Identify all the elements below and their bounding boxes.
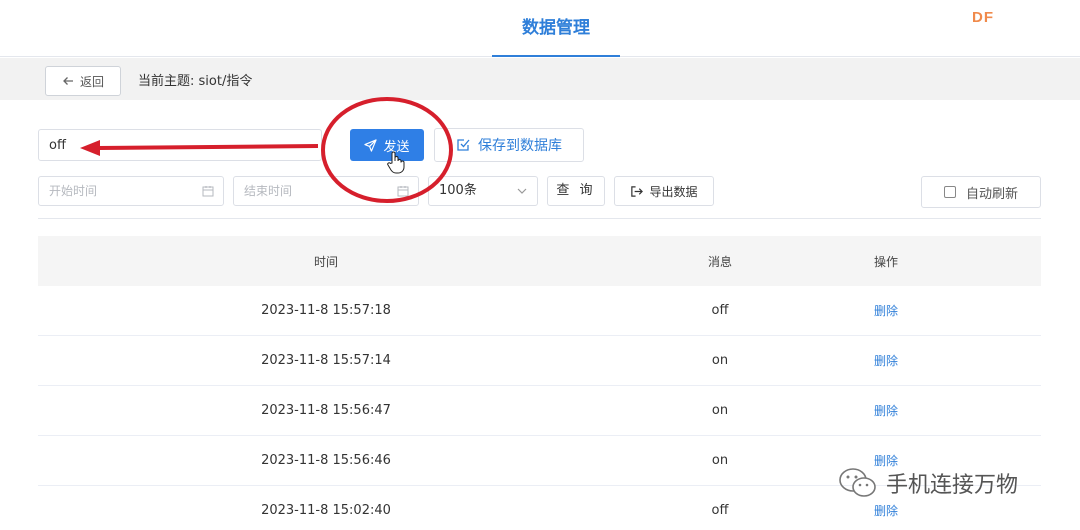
- query-button[interactable]: 查 询: [547, 176, 605, 206]
- cell-time: 2023-11-8 15:56:46: [261, 453, 391, 468]
- cell-message: on: [711, 403, 729, 418]
- watermark: 手机连接万物: [838, 466, 1018, 500]
- cell-time: 2023-11-8 15:56:47: [261, 403, 391, 418]
- table-row: 2023-11-8 15:57:14 on 删除: [38, 336, 1041, 386]
- table-header: 时间 消息 操作: [38, 236, 1041, 286]
- export-data-button[interactable]: 导出数据: [614, 176, 714, 206]
- delete-link[interactable]: 删除: [826, 302, 946, 319]
- column-header-time: 时间: [313, 254, 338, 269]
- start-time-picker[interactable]: 开始时间: [38, 176, 224, 206]
- auto-refresh-checkbox[interactable]: [943, 186, 956, 198]
- delete-link[interactable]: 删除: [826, 402, 946, 419]
- arrow-left-icon: [63, 77, 73, 85]
- chevron-down-icon: [517, 188, 527, 194]
- back-button[interactable]: 返回: [45, 66, 121, 96]
- back-label: 返回: [79, 74, 104, 89]
- export-icon: [631, 185, 644, 197]
- table-row: 2023-11-8 15:56:47 on 删除: [38, 386, 1041, 436]
- table-row: 2023-11-8 15:57:18 off 删除: [38, 286, 1041, 336]
- cell-time: 2023-11-8 15:57:18: [261, 303, 391, 318]
- cell-message: off: [711, 303, 729, 318]
- paper-plane-icon: [364, 138, 378, 152]
- auto-refresh-label: 自动刷新: [965, 186, 1018, 202]
- record-count-value: 100条: [439, 183, 477, 198]
- save-label: 保存到数据库: [478, 138, 562, 154]
- start-time-placeholder: 开始时间: [49, 184, 98, 198]
- end-time-placeholder: 结束时间: [244, 184, 293, 198]
- current-topic: 当前主题: siot/指令: [138, 74, 253, 89]
- top-header: 数据管理 DF: [0, 0, 1080, 57]
- wechat-icon: [839, 468, 876, 497]
- cell-time: 2023-11-8 15:57:14: [261, 353, 391, 368]
- column-header-message: 消息: [707, 254, 732, 269]
- auto-refresh-toggle[interactable]: 自动刷新: [921, 176, 1041, 208]
- end-time-picker[interactable]: 结束时间: [233, 176, 419, 206]
- calendar-icon: [397, 186, 409, 197]
- cell-message: off: [711, 503, 729, 518]
- record-count-select[interactable]: 100条: [428, 176, 538, 206]
- watermark-text: 手机连接万物: [886, 473, 1019, 498]
- cell-message: on: [711, 353, 729, 368]
- checkbox-icon: [457, 139, 470, 151]
- export-label: 导出数据: [649, 184, 698, 199]
- cell-message: on: [711, 453, 729, 468]
- topic-bar: 返回 当前主题: siot/指令: [0, 58, 1080, 100]
- calendar-icon: [202, 186, 214, 197]
- message-input[interactable]: [38, 129, 322, 161]
- save-to-database-button[interactable]: 保存到数据库: [434, 128, 584, 162]
- delete-link[interactable]: 删除: [826, 352, 946, 369]
- divider: [38, 218, 1041, 219]
- logo: DF: [972, 9, 994, 26]
- tab-data-management[interactable]: 数据管理: [492, 0, 620, 57]
- delete-link[interactable]: 删除: [826, 502, 946, 519]
- cell-time: 2023-11-8 15:02:40: [261, 503, 391, 518]
- column-header-action: 操作: [873, 254, 898, 269]
- hand-cursor-icon: [387, 151, 405, 174]
